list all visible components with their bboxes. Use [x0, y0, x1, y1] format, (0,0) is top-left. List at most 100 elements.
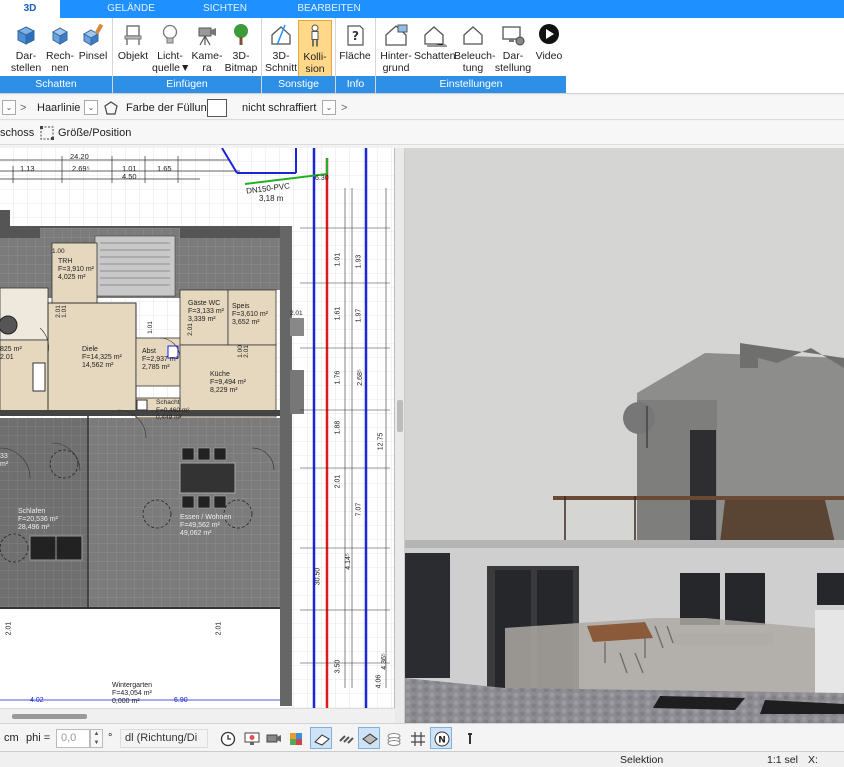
- dim-label: 2.01: [5, 621, 13, 636]
- view-splitter[interactable]: [395, 148, 405, 723]
- group-label-schatten: Schatten: [0, 76, 112, 93]
- degree-label: °: [108, 732, 113, 744]
- collision-button[interactable]: Kolli- sion: [298, 20, 332, 78]
- dim-label: 7.07: [355, 502, 363, 517]
- render-button-label: Dar-: [15, 50, 37, 62]
- screen-render-button[interactable]: [240, 727, 262, 749]
- floor-plan-view[interactable]: 24.20 1.13 2.69⁵ 1.01 4.50 1.65 DN150-PV…: [0, 148, 395, 708]
- dim-label: 1.01: [60, 305, 68, 318]
- prev-dropdown-button[interactable]: ⌄: [2, 100, 16, 115]
- dim-label: 24.20: [70, 152, 89, 161]
- fill-color-swatch[interactable]: [207, 99, 227, 117]
- brush-button[interactable]: Pinsel: [78, 20, 108, 78]
- area-button-label: Fläche: [339, 50, 371, 62]
- room-label: Küche F=9,494 m² 8,229 m²: [210, 371, 246, 395]
- calculate-button[interactable]: Rech- nen: [44, 20, 76, 78]
- monitor-icon: [244, 732, 260, 745]
- dim-label: 4.36⁵: [380, 653, 388, 670]
- lighting-house-icon: [463, 26, 483, 45]
- room-area: F=14,325 m²: [82, 354, 122, 361]
- room-area: F=0,460 m²: [156, 406, 190, 414]
- dim-label: 12.75: [377, 432, 385, 451]
- direction-select[interactable]: dl (Richtung/Di: [120, 729, 208, 748]
- dim-label: 1.97: [355, 308, 363, 323]
- room-label: Abst F=2,937 m² 2,785 m²: [142, 348, 178, 372]
- room-name: Diele: [82, 346, 98, 353]
- display-settings-button[interactable]: Dar- stellung: [494, 20, 532, 78]
- room-area: 3,652 m²: [232, 319, 260, 326]
- size-position-icon: [40, 126, 54, 140]
- shadow-house-icon: [424, 26, 447, 47]
- object-button-label: Objekt: [117, 50, 149, 62]
- tab-sichten[interactable]: SICHTEN: [190, 0, 260, 18]
- render-button-label-2: stellen: [10, 62, 42, 74]
- room-area: F=9,494 m²: [210, 379, 246, 386]
- plan-horizontal-scrollbar[interactable]: [0, 708, 395, 723]
- room-area: 14,562 m²: [82, 362, 114, 369]
- room-area: F=49,562 m²: [180, 522, 220, 529]
- room-label: Schlafen F=20,536 m² 28,496 m²: [18, 508, 58, 532]
- room-name: Speis: [232, 303, 250, 310]
- brush-button-label: Pinsel: [78, 50, 108, 62]
- camera-icon: [198, 27, 216, 46]
- chain-icon: [339, 735, 354, 744]
- dim-label: 1.00: [52, 248, 65, 255]
- object-button[interactable]: Objekt: [116, 20, 150, 78]
- camera-button[interactable]: Kame- ra: [190, 20, 224, 78]
- background-button-label: Hinter-: [380, 50, 412, 62]
- clock-icon: [220, 731, 236, 747]
- lightbulb-icon: [162, 24, 178, 44]
- top-view-button[interactable]: [358, 727, 380, 749]
- line-fill-property-bar: ⌄ > Haarlinie ⌄ Farbe der Füllung nicht …: [0, 96, 844, 120]
- hatch-dropdown[interactable]: ⌄: [322, 100, 336, 115]
- background-house-icon: [385, 24, 408, 46]
- phi-input[interactable]: 0,0: [56, 729, 90, 748]
- dim-label: 2.01: [215, 621, 223, 636]
- 3d-view[interactable]: [405, 148, 844, 723]
- calculate-button-label: Rech-: [45, 50, 74, 62]
- stack-icon: [387, 733, 401, 746]
- shadow-settings-button[interactable]: Schatten: [414, 20, 455, 78]
- room-label: Diele F=14,325 m² 14,562 m²: [82, 346, 122, 370]
- layers-button[interactable]: [382, 727, 404, 749]
- link-view-button[interactable]: [334, 727, 356, 749]
- svg-text:N: N: [438, 736, 446, 746]
- section-3d-button[interactable]: 3D- Schnitt: [264, 20, 298, 78]
- fill-color-label: Farbe der Füllung: [126, 102, 213, 114]
- pipe-length-label: 3,18 m: [259, 194, 284, 203]
- background-button[interactable]: Hinter- grund: [378, 20, 414, 78]
- grid-button[interactable]: [406, 727, 428, 749]
- room-name: Schacht: [156, 399, 180, 406]
- area-button[interactable]: ? Fläche: [338, 20, 372, 78]
- line-style-dropdown[interactable]: ⌄: [84, 100, 98, 115]
- north-button[interactable]: N: [430, 727, 452, 749]
- light-source-button[interactable]: Licht- quelle▼: [152, 20, 190, 78]
- dim-label: 1.76: [334, 370, 342, 385]
- display-settings-button-label-2: stellung: [494, 62, 532, 74]
- camera-view-button[interactable]: [262, 727, 284, 749]
- room-label: Gäste WC F=3,133 m² 3,339 m²: [188, 300, 224, 324]
- unit-label: cm: [4, 732, 19, 744]
- camera-button-label-2: ra: [202, 62, 212, 74]
- render-button[interactable]: Dar- stellen: [8, 20, 44, 78]
- tab-3d[interactable]: 3D: [0, 0, 60, 18]
- dim-label: 3.50: [334, 659, 342, 674]
- splitter-grip[interactable]: [397, 400, 403, 432]
- room-area: 28,496 m²: [18, 524, 50, 531]
- room-area: 4,025 m²: [58, 274, 86, 281]
- dim-label: 30.50: [314, 567, 322, 586]
- tab-bearbeiten[interactable]: BEARBEITEN: [288, 0, 370, 18]
- phi-label: phi =: [26, 732, 51, 744]
- bitmap-3d-button[interactable]: 3D- Bitmap: [224, 20, 258, 78]
- tab-gelaende[interactable]: GELÄNDE: [96, 0, 166, 18]
- material-button[interactable]: [284, 727, 306, 749]
- size-position-button[interactable]: Größe/Position: [58, 125, 131, 141]
- phi-spinner[interactable]: ▲ ▼: [90, 729, 103, 748]
- floor-selector[interactable]: schoss: [0, 125, 34, 141]
- lighting-button[interactable]: Beleuch- tung: [454, 20, 495, 78]
- clock-button[interactable]: [216, 727, 238, 749]
- walk-mode-button[interactable]: [310, 727, 332, 749]
- scrollbar-thumb[interactable]: [12, 714, 87, 719]
- video-button[interactable]: Video: [534, 20, 564, 78]
- more-options-button[interactable]: [458, 727, 480, 749]
